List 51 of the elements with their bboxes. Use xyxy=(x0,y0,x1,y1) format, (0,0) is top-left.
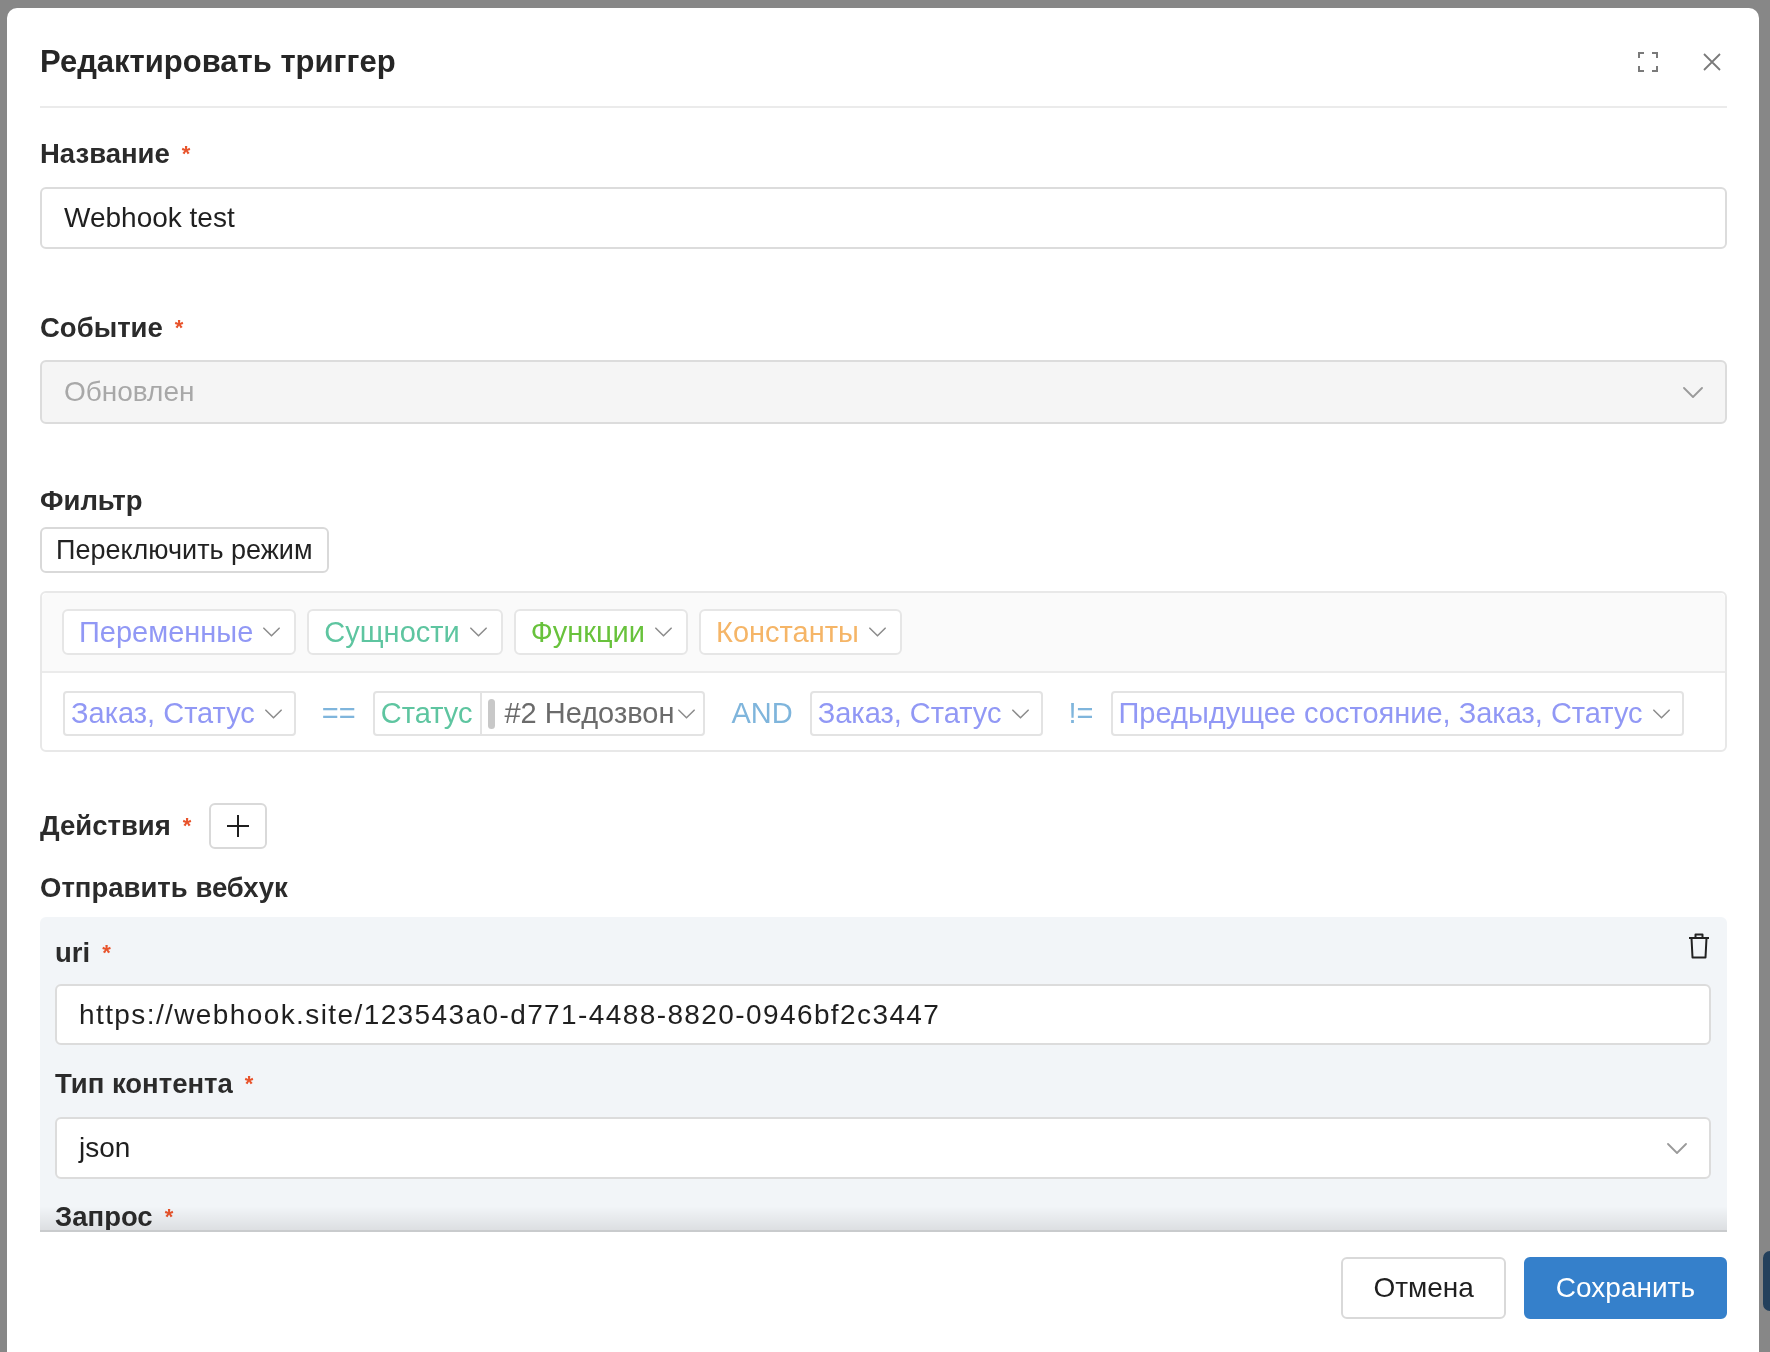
toolbar-dropdown[interactable]: Сущности xyxy=(307,609,503,655)
chevron-down-icon xyxy=(868,627,886,637)
dialog-title: Редактировать триггер xyxy=(40,44,396,80)
required-mark: * xyxy=(181,143,191,165)
drag-handle-icon[interactable] xyxy=(488,698,496,729)
action-title: Отправить вебхук xyxy=(40,873,288,903)
field-select[interactable]: Предыдущее состояние, Заказ, Статус xyxy=(1110,691,1684,736)
content-type-select[interactable]: json xyxy=(55,1117,1711,1179)
fullscreen-icon[interactable] xyxy=(1638,52,1658,72)
chevron-down-icon xyxy=(1667,1142,1687,1154)
field-select[interactable]: Заказ, Статус xyxy=(809,691,1043,736)
required-mark: * xyxy=(164,1206,174,1228)
toolbar-dropdown[interactable]: Переменные xyxy=(62,609,297,655)
field-label: Название xyxy=(40,139,170,169)
value-select[interactable]: Статус #2 Недозвон xyxy=(372,691,706,736)
name-input[interactable]: Webhook test xyxy=(40,187,1727,249)
chevron-down-icon xyxy=(1652,708,1670,719)
uri-input[interactable]: https://webhook.site/123543a0-d771-4488-8820-0946bf2c3447 xyxy=(55,984,1711,1045)
trash-icon[interactable] xyxy=(1688,933,1710,959)
operator: == xyxy=(321,697,356,730)
required-mark: * xyxy=(182,815,192,837)
required-mark: * xyxy=(244,1073,254,1095)
cancel-button[interactable]: Отмена xyxy=(1341,1257,1506,1319)
chevron-down-icon xyxy=(1683,386,1703,398)
section-label: Действия xyxy=(40,811,171,841)
plus-icon xyxy=(226,814,251,838)
add-button[interactable] xyxy=(209,803,268,849)
field-label: Событие xyxy=(40,313,163,343)
circle-button[interactable] xyxy=(1763,1251,1770,1311)
chevron-down-icon xyxy=(264,708,282,719)
toolbar-dropdown[interactable]: Функции xyxy=(513,609,688,655)
value-text: #2 Недозвон xyxy=(504,697,675,730)
operator: != xyxy=(1068,697,1094,730)
save-button[interactable]: Сохранить xyxy=(1523,1257,1727,1319)
section-label: Фильтр xyxy=(40,486,143,516)
field-label: uri xyxy=(55,938,91,968)
chevron-down-icon xyxy=(655,627,672,637)
chevron-down-icon xyxy=(1011,708,1029,719)
toggle-mode-button[interactable]: Переключить режим xyxy=(40,527,329,573)
close-icon[interactable] xyxy=(1703,53,1721,71)
chevron-down-icon xyxy=(469,627,487,637)
chevron-down-icon xyxy=(263,627,281,637)
field-label: Запрос xyxy=(55,1202,153,1232)
field-select[interactable]: Заказ, Статус xyxy=(63,691,296,736)
field-label: Тип контента xyxy=(55,1069,233,1099)
operator: AND xyxy=(731,697,793,730)
chevron-down-icon xyxy=(678,708,696,719)
required-mark: * xyxy=(102,942,111,964)
event-select: Обновлен xyxy=(40,360,1727,424)
required-mark: * xyxy=(174,317,184,339)
entity-label: Статус xyxy=(379,697,474,730)
